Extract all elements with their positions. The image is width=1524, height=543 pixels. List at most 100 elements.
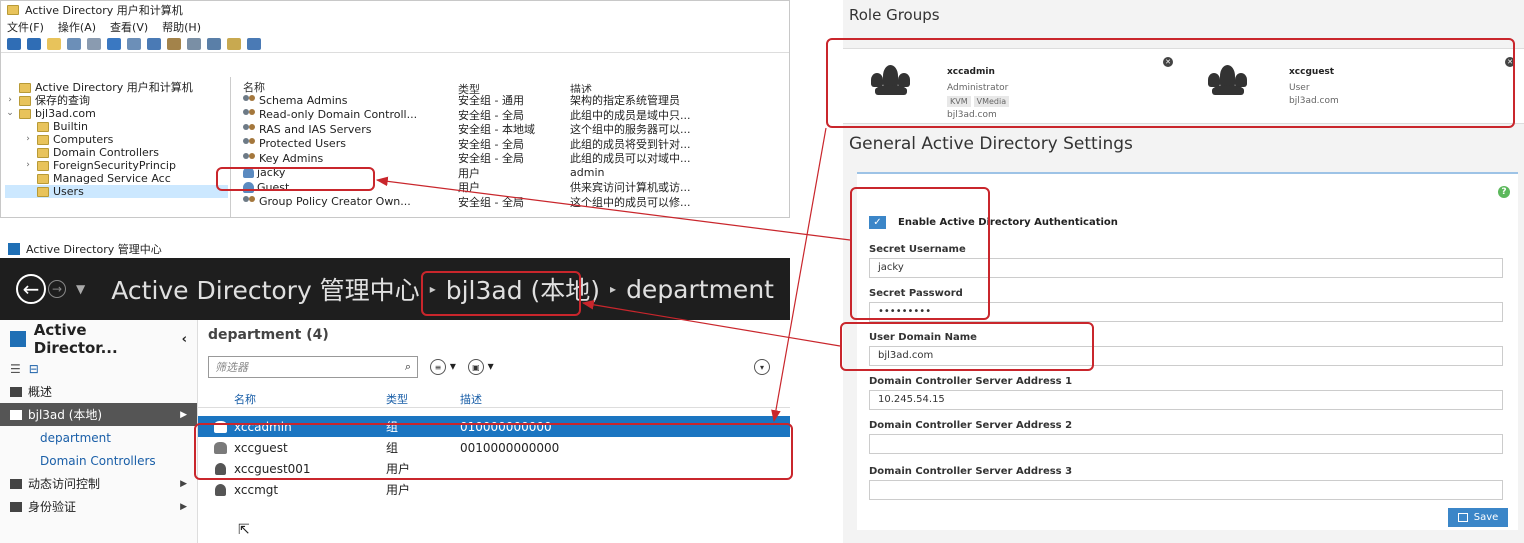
chevron-right-icon[interactable]: ▶ — [180, 479, 187, 489]
menu-help[interactable]: 帮助(H) — [162, 19, 201, 34]
column-desc-header[interactable]: 描述 — [460, 391, 620, 407]
table-row[interactable]: Schema Admins 安全组 - 通用 架构的指定系统管理员 — [243, 93, 789, 108]
help-icon[interactable]: ? — [1498, 186, 1510, 198]
breadcrumb-separator-icon[interactable]: ▸ — [610, 282, 616, 296]
add-to-group-icon[interactable] — [227, 37, 241, 50]
nav-item[interactable]: 身份验证 ▶ — [0, 495, 197, 518]
nav-item[interactable]: bjl3ad (本地) ▶ — [0, 403, 197, 426]
remove-role-group-icon[interactable]: ✕ — [1505, 57, 1515, 67]
tree-view-icon[interactable]: ⊟ — [29, 362, 39, 376]
new-ou-icon[interactable] — [187, 37, 201, 50]
new-group-icon[interactable] — [167, 37, 181, 50]
tree-item[interactable]: › 保存的查询 — [5, 94, 228, 107]
column-type-header[interactable]: 类型 — [458, 81, 570, 96]
tree-item[interactable]: ⌄ bjl3ad.com — [5, 107, 228, 120]
breadcrumb-domain[interactable]: bjl3ad (本地) — [446, 271, 600, 307]
container-title: department (4) — [208, 327, 329, 343]
back-arrow-icon[interactable] — [7, 37, 21, 50]
secret-password-field[interactable]: ••••••••• — [869, 302, 1503, 322]
table-row[interactable]: xccguest001 用户 — [198, 458, 790, 479]
history-dropdown-icon[interactable]: ▼ — [76, 282, 85, 296]
table-row[interactable]: xccadmin 组 010000000000 — [198, 416, 790, 437]
chevron-right-icon[interactable]: › — [23, 133, 33, 146]
table-row[interactable]: Protected Users 安全组 - 全局 此组的成员将受到针对... — [243, 137, 789, 152]
table-row[interactable]: Key Admins 安全组 - 全局 此组的成员可以对域中... — [243, 151, 789, 166]
object-type: 组 — [386, 420, 399, 434]
breadcrumb-separator-icon[interactable]: ▸ — [430, 282, 436, 296]
breadcrumb-root[interactable]: Active Directory 管理中心 — [111, 271, 419, 307]
nav-item[interactable]: department — [0, 426, 197, 449]
breadcrumb-department[interactable]: department — [626, 275, 774, 304]
collapse-icon[interactable]: ‹ — [182, 332, 187, 347]
column-desc-header[interactable]: 描述 — [570, 81, 730, 93]
table-row[interactable]: Group Policy Creator Own... 安全组 - 全局 这个组中的… — [243, 195, 789, 210]
new-user-icon[interactable] — [147, 37, 161, 50]
tree-item-label: Managed Service Acc — [53, 172, 171, 185]
role-group-card[interactable]: xccguest User bjl3ad.com ✕ — [1203, 49, 1523, 125]
chevron-right-icon[interactable]: › — [5, 94, 15, 107]
column-type-header[interactable]: 类型 — [386, 391, 460, 407]
column-name-header[interactable]: 名称 — [243, 81, 458, 93]
adac-navbar: ← → ▼ Active Directory 管理中心 ▸ bjl3ad (本地… — [0, 258, 790, 320]
user-icon — [243, 181, 254, 193]
aduc-toolbar — [1, 35, 789, 53]
table-row[interactable]: RAS and IAS Servers 安全组 - 本地域 这个组中的服务器可以..… — [243, 122, 789, 137]
tree-item[interactable]: Managed Service Acc — [5, 172, 228, 185]
menu-view[interactable]: 查看(V) — [110, 19, 148, 34]
nav-item[interactable]: 概述 — [0, 380, 197, 403]
general-settings-title: General Active Directory Settings — [849, 134, 1133, 154]
tree-item-label: Users — [53, 185, 84, 198]
delegate-icon[interactable] — [247, 37, 261, 50]
expand-icon[interactable]: ▾ — [754, 359, 770, 375]
back-button-icon[interactable]: ← — [16, 274, 46, 304]
dc-address-3-field[interactable] — [869, 480, 1503, 500]
tree-item[interactable]: › Computers — [5, 133, 228, 146]
forward-button-icon[interactable]: → — [48, 280, 66, 298]
secret-username-label: Secret Username — [869, 244, 966, 255]
table-row[interactable]: xccmgt 用户 — [198, 479, 790, 500]
save-query-button[interactable]: ▣ ▾ — [467, 359, 494, 376]
object-name: Read-only Domain Controll... — [259, 108, 418, 122]
chevron-down-icon[interactable]: ⌄ — [5, 107, 15, 120]
object-name: Group Policy Creator Own... — [259, 195, 411, 209]
list-view-icon[interactable]: ☰ — [10, 362, 21, 376]
view-options-button[interactable]: ≡ ▾ — [430, 359, 456, 376]
dc-address-2-field[interactable] — [869, 434, 1503, 454]
chevron-right-icon[interactable]: ▶ — [180, 410, 187, 420]
chevron-right-icon[interactable]: › — [23, 159, 33, 172]
tree-item[interactable]: Builtin — [5, 120, 228, 133]
user-domain-label: User Domain Name — [869, 332, 977, 343]
help-icon[interactable] — [107, 37, 121, 50]
enable-ad-auth-checkbox[interactable]: ✓ — [869, 216, 886, 229]
object-name-cell: Group Policy Creator Own... — [243, 195, 458, 208]
folder-up-icon[interactable] — [47, 37, 61, 50]
table-row[interactable]: xccguest 组 0010000000000 — [198, 437, 790, 458]
chevron-right-icon[interactable]: ▶ — [180, 502, 187, 512]
forward-arrow-icon[interactable] — [27, 37, 41, 50]
nav-item[interactable]: Domain Controllers — [0, 449, 197, 472]
tree-item[interactable]: › ForeignSecurityPrincip — [5, 159, 228, 172]
filter-icon[interactable] — [207, 37, 221, 50]
filter-input[interactable]: 筛选器 ⌕ — [208, 356, 418, 378]
remove-role-group-icon[interactable]: ✕ — [1163, 57, 1173, 67]
secret-username-field[interactable]: jacky — [869, 258, 1503, 278]
user-domain-field[interactable]: bjl3ad.com — [869, 346, 1503, 366]
table-row[interactable]: jacky 用户 admin — [243, 166, 789, 181]
dc-address-1-field[interactable]: 10.245.54.15 — [869, 390, 1503, 410]
save-button[interactable]: Save — [1448, 508, 1508, 527]
column-name-header[interactable]: 名称 — [234, 391, 386, 407]
menu-file[interactable]: 文件(F) — [7, 19, 44, 34]
tree-item[interactable]: Active Directory 用户和计算机 — [5, 81, 228, 94]
tree-item[interactable]: Domain Controllers — [5, 146, 228, 159]
nav-item[interactable]: 动态访问控制 ▶ — [0, 472, 197, 495]
console-tree-icon[interactable] — [67, 37, 81, 50]
tree-item[interactable]: Users — [5, 185, 228, 198]
menu-action[interactable]: 操作(A) — [58, 19, 96, 34]
table-row[interactable]: Read-only Domain Controll... 安全组 - 全局 此组中的… — [243, 108, 789, 123]
properties-icon[interactable] — [127, 37, 141, 50]
export-icon[interactable] — [87, 37, 101, 50]
nav-item-icon — [10, 409, 22, 420]
role-group-card[interactable]: xccadmin Administrator KVM VMedia bjl3ad… — [843, 49, 1183, 125]
filter-placeholder: 筛选器 — [215, 361, 248, 374]
table-row[interactable]: Guest 用户 供来宾访问计算机或访... — [243, 180, 789, 195]
